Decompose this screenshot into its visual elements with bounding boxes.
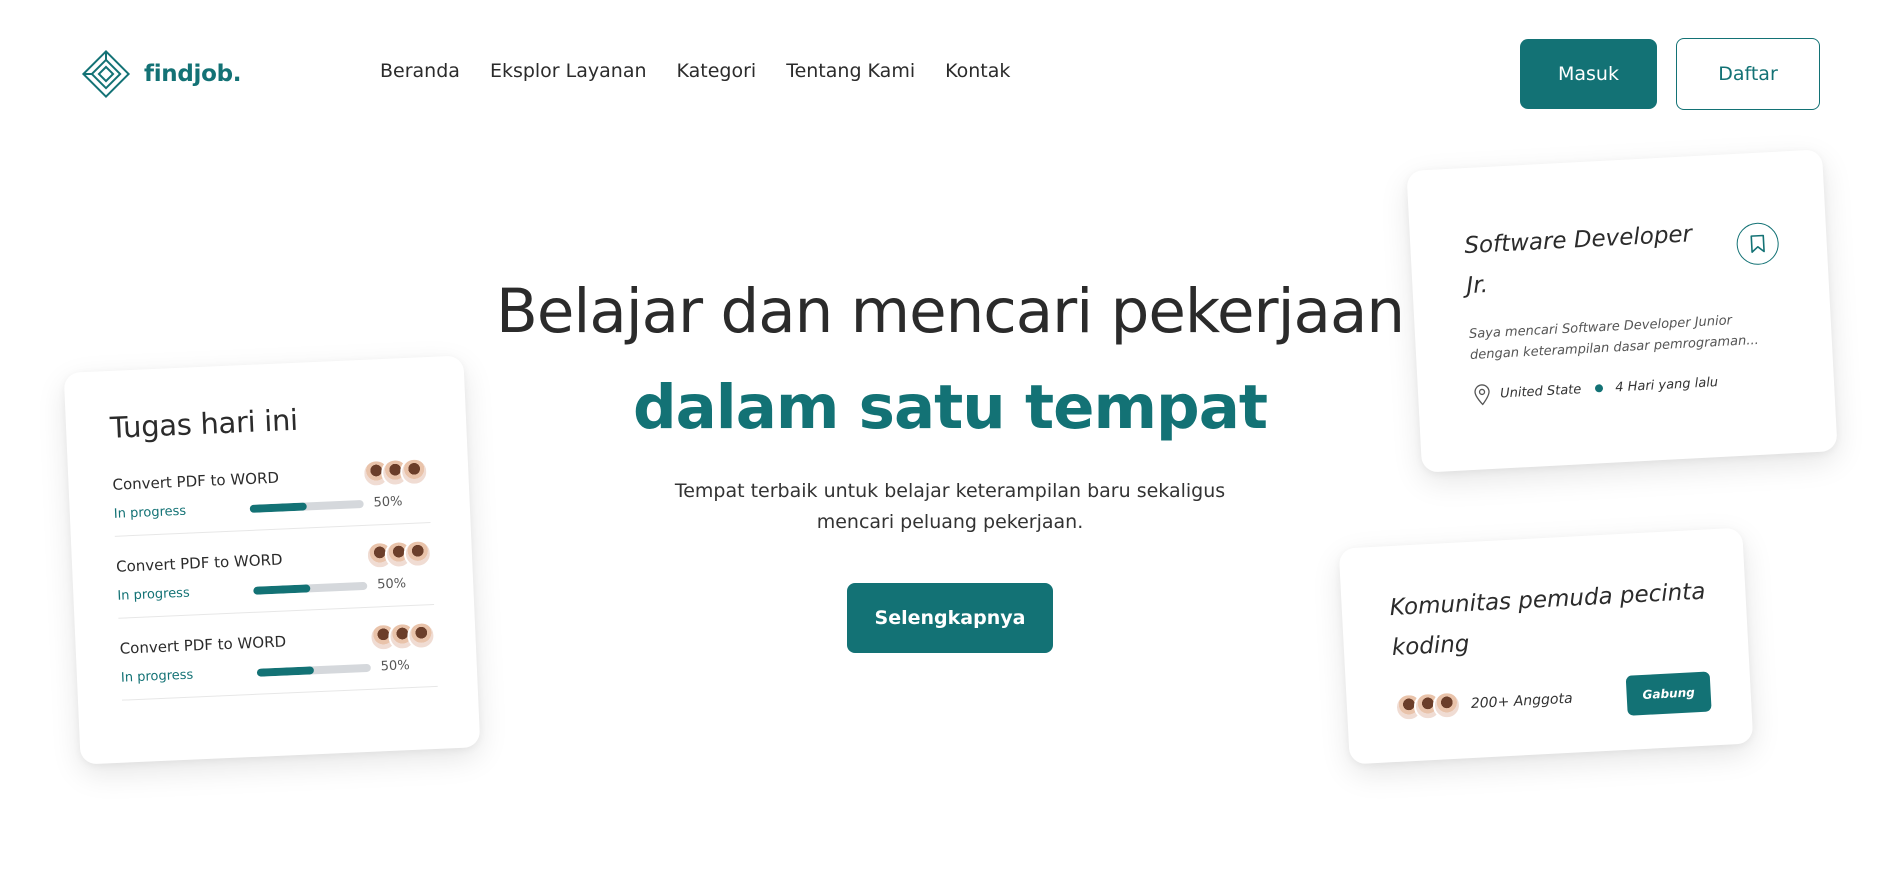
job-posted-time: 4 Hari yang lalu	[1614, 374, 1719, 395]
brand-name: findjob.	[144, 61, 242, 87]
job-card[interactable]: Software Developer Jr. Saya mencari Soft…	[1406, 149, 1838, 473]
progress-label: 50%	[380, 658, 410, 675]
nav-item-tentang-kami[interactable]: Tentang Kami	[786, 60, 915, 82]
avatar	[406, 620, 437, 651]
task-name: Convert PDF to WORD	[112, 468, 280, 494]
location-pin-icon	[1474, 384, 1490, 406]
join-button[interactable]: Gabung	[1625, 671, 1712, 716]
avatar	[403, 539, 433, 569]
login-button[interactable]: Masuk	[1520, 39, 1657, 109]
separator-dot	[1595, 384, 1604, 393]
tasks-card: Tugas hari ini Convert PDF to WORD In pr…	[63, 355, 481, 765]
diamond-logo-icon	[81, 49, 131, 99]
progress-label: 50%	[376, 576, 407, 593]
job-meta: United State 4 Hari yang lalu	[1472, 368, 1787, 406]
learn-more-button[interactable]: Selengkapnya	[847, 583, 1053, 653]
task-status: In progress	[120, 667, 194, 686]
task-item[interactable]: Convert PDF to WORD In progress 50%	[118, 610, 438, 701]
progress-bar-fill	[249, 501, 307, 513]
progress-bar	[249, 499, 364, 513]
task-assignees	[361, 457, 429, 488]
bookmark-icon	[1750, 234, 1765, 253]
nav-item-kategori[interactable]: Kategori	[677, 60, 757, 82]
task-status: In progress	[113, 503, 187, 522]
bookmark-button[interactable]	[1735, 221, 1780, 266]
task-item[interactable]: Convert PDF to WORD In progress 50%	[111, 447, 431, 537]
progress-bar	[253, 581, 368, 595]
progress-bar-fill	[256, 665, 315, 677]
progress-bar-fill	[253, 583, 311, 595]
register-button[interactable]: Daftar	[1676, 38, 1820, 110]
brand-logo[interactable]: findjob.	[80, 48, 242, 100]
job-title: Software Developer Jr.	[1463, 221, 1693, 300]
progress-label: 50%	[373, 494, 403, 511]
nav-item-kontak[interactable]: Kontak	[945, 60, 1010, 82]
progress-bar	[256, 663, 371, 677]
task-name: Convert PDF to WORD	[119, 632, 287, 658]
task-assignees	[368, 620, 437, 652]
avatar	[399, 457, 429, 487]
task-status: In progress	[117, 585, 191, 604]
nav-item-beranda[interactable]: Beranda	[380, 60, 460, 82]
job-description: Saya mencari Software Developer Junior d…	[1468, 313, 1760, 363]
task-assignees	[365, 539, 433, 570]
task-name: Convert PDF to WORD	[115, 550, 283, 576]
community-member-avatars	[1394, 690, 1462, 722]
job-location: United State	[1499, 381, 1582, 401]
hero-subtitle: Tempat terbaik untuk belajar keterampila…	[674, 480, 1226, 533]
community-card: Komunitas pemuda pecinta koding 200+ Ang…	[1338, 527, 1754, 765]
nav-item-eksplor-layanan[interactable]: Eksplor Layanan	[490, 60, 647, 82]
community-member-count: 200+ Anggota	[1470, 690, 1573, 712]
community-title: Komunitas pemuda pecinta koding	[1389, 578, 1706, 662]
tasks-card-title: Tugas hari ini	[109, 402, 299, 445]
task-item[interactable]: Convert PDF to WORD In progress 50%	[115, 529, 435, 619]
avatar	[1432, 690, 1462, 720]
main-nav: Beranda Eksplor Layanan Kategori Tentang…	[380, 60, 1010, 82]
